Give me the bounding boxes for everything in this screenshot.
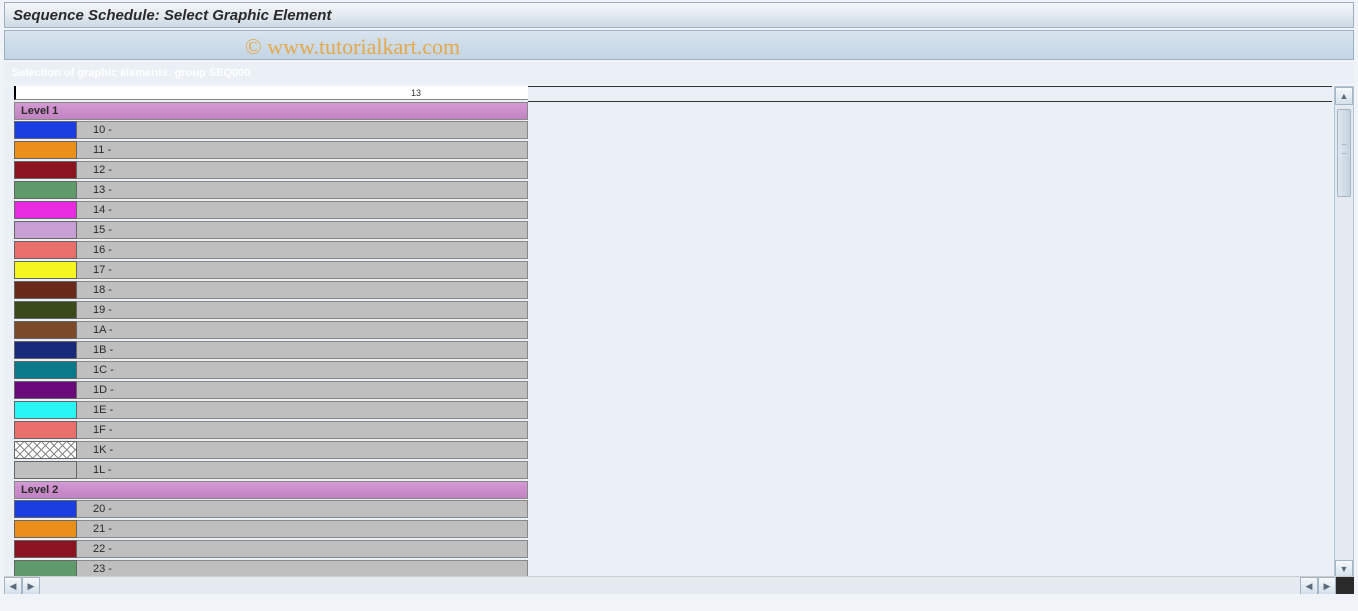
element-label: 1A - — [77, 321, 528, 339]
element-label: 16 - — [77, 241, 528, 259]
element-label: 14 - — [77, 201, 528, 219]
color-swatch — [14, 540, 77, 558]
title-bar: Sequence Schedule: Select Graphic Elemen… — [4, 2, 1354, 28]
color-swatch — [14, 321, 77, 339]
hscroll-track[interactable] — [40, 577, 1300, 594]
element-row[interactable]: 12 - — [14, 161, 528, 179]
vscroll-grip-icon — [1342, 144, 1346, 154]
toolbar — [4, 30, 1354, 60]
element-label: 13 - — [77, 181, 528, 199]
element-row[interactable]: 19 - — [14, 301, 528, 319]
color-swatch — [14, 301, 77, 319]
color-swatch — [14, 461, 77, 479]
vscroll-track[interactable] — [1335, 105, 1353, 560]
content-area: 13 Level 110 - 11 - 12 - 13 - 14 - 15 - 16 - 17… — [4, 86, 1354, 594]
right-chart-area — [528, 86, 1332, 579]
element-label: 10 - — [77, 121, 528, 139]
element-label: 1F - — [77, 421, 528, 439]
vscroll-thumb[interactable] — [1337, 109, 1351, 197]
element-label: 1E - — [77, 401, 528, 419]
color-swatch — [14, 281, 77, 299]
element-label: 15 - — [77, 221, 528, 239]
color-swatch — [14, 261, 77, 279]
color-swatch — [14, 421, 77, 439]
color-swatch — [14, 500, 77, 518]
element-row[interactable]: 15 - — [14, 221, 528, 239]
vertical-scrollbar[interactable]: ▲ ▼ — [1334, 86, 1354, 579]
scroll-right-icon-2[interactable]: ▶ — [1318, 577, 1336, 594]
subtitle-bar: Selection of graphic elements: group SEQ… — [4, 62, 1354, 84]
ruler: 13 — [14, 86, 528, 100]
element-row[interactable]: 20 - — [14, 500, 528, 518]
element-row[interactable]: 16 - — [14, 241, 528, 259]
element-label: 17 - — [77, 261, 528, 279]
color-swatch — [14, 401, 77, 419]
scroll-left-icon-2[interactable]: ◀ — [1300, 577, 1318, 594]
element-row[interactable]: 13 - — [14, 181, 528, 199]
color-swatch — [14, 341, 77, 359]
horizontal-scrollbar[interactable]: ◀ ▶ ◀ ▶ — [4, 576, 1354, 594]
element-label: 21 - — [77, 520, 528, 538]
element-label: 1K - — [77, 441, 528, 459]
color-swatch — [14, 520, 77, 538]
subtitle-text: Selection of graphic elements: group SEQ… — [12, 67, 250, 79]
element-row[interactable]: 1B - — [14, 341, 528, 359]
element-row[interactable]: 14 - — [14, 201, 528, 219]
element-label: 1L - — [77, 461, 528, 479]
element-label: 11 - — [77, 141, 528, 159]
element-row[interactable]: 10 - — [14, 121, 528, 139]
color-swatch — [14, 241, 77, 259]
color-swatch — [14, 441, 77, 459]
element-row[interactable]: 1K - — [14, 441, 528, 459]
color-swatch — [14, 221, 77, 239]
element-row[interactable]: 1F - — [14, 421, 528, 439]
element-row[interactable]: 11 - — [14, 141, 528, 159]
color-swatch — [14, 381, 77, 399]
element-label: 22 - — [77, 540, 528, 558]
element-row[interactable]: 18 - — [14, 281, 528, 299]
element-row[interactable]: 17 - — [14, 261, 528, 279]
element-label: 12 - — [77, 161, 528, 179]
element-row[interactable]: 22 - — [14, 540, 528, 558]
element-row[interactable]: 1L - — [14, 461, 528, 479]
element-row[interactable]: 1A - — [14, 321, 528, 339]
element-label: 1C - — [77, 361, 528, 379]
color-swatch — [14, 361, 77, 379]
element-row[interactable]: 1C - — [14, 361, 528, 379]
element-row[interactable]: 1D - — [14, 381, 528, 399]
element-row[interactable]: 1E - — [14, 401, 528, 419]
element-label: 1B - — [77, 341, 528, 359]
element-label: 18 - — [77, 281, 528, 299]
ruler-tick: 13 — [411, 86, 421, 100]
element-label: 1D - — [77, 381, 528, 399]
element-row[interactable]: 21 - — [14, 520, 528, 538]
scroll-up-icon[interactable]: ▲ — [1335, 87, 1353, 105]
element-label: 20 - — [77, 500, 528, 518]
scroll-end-block — [1336, 577, 1354, 594]
element-label: 19 - — [77, 301, 528, 319]
level-header[interactable]: Level 2 — [14, 481, 528, 499]
scroll-left-icon[interactable]: ◀ — [4, 577, 22, 594]
color-swatch — [14, 201, 77, 219]
level-header[interactable]: Level 1 — [14, 102, 528, 120]
left-panel: 13 Level 110 - 11 - 12 - 13 - 14 - 15 - 16 - 17… — [4, 86, 528, 579]
color-swatch — [14, 181, 77, 199]
color-swatch — [14, 161, 77, 179]
color-swatch — [14, 141, 77, 159]
page-title: Sequence Schedule: Select Graphic Elemen… — [13, 7, 331, 24]
color-swatch — [14, 121, 77, 139]
scroll-right-icon[interactable]: ▶ — [22, 577, 40, 594]
